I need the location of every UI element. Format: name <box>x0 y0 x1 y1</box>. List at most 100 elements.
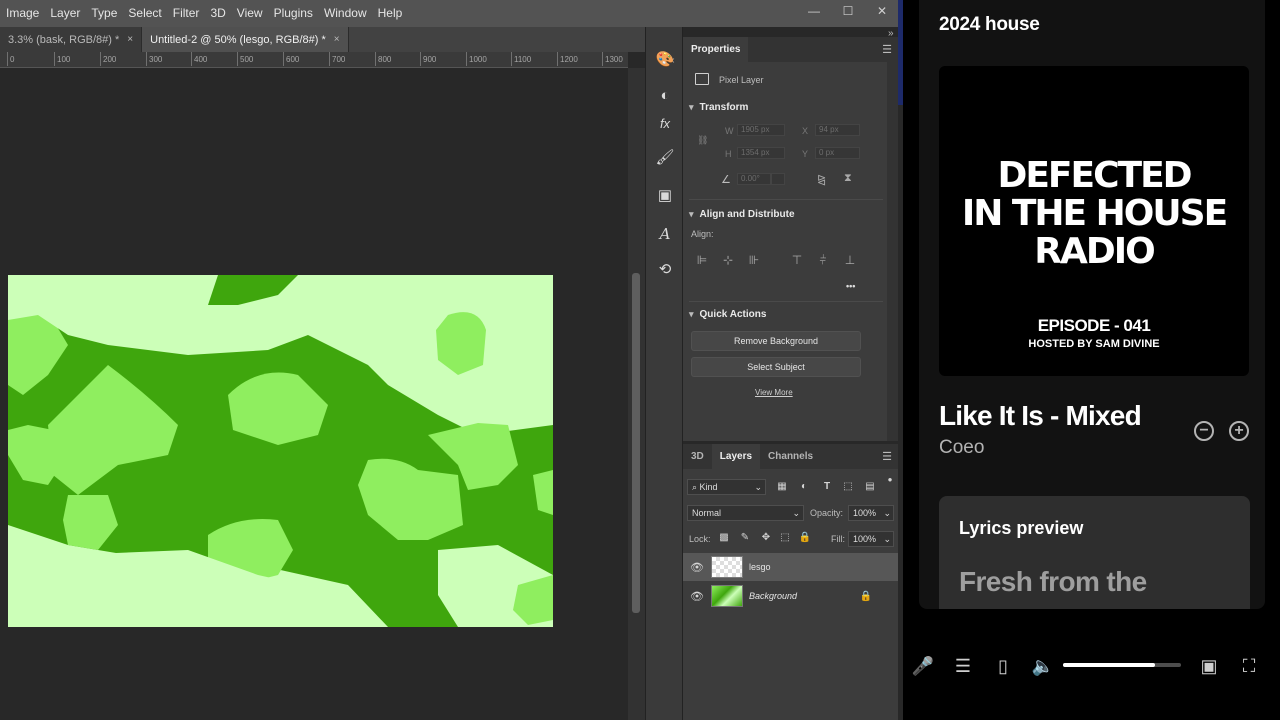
filter-toggle-icon[interactable]: ● <box>883 475 897 484</box>
album-cover[interactable]: DEFECTED IN THE HOUSE RADIO EPISODE - 04… <box>939 66 1249 376</box>
menu-image[interactable]: Image <box>0 0 44 27</box>
track-artist[interactable]: Coeo <box>939 437 984 459</box>
divider <box>689 301 883 302</box>
visibility-eye-icon[interactable]: 👁 <box>683 590 711 603</box>
track-title[interactable]: Like It Is - Mixed <box>939 400 1142 432</box>
cover-episode: EPISODE - 041 <box>1037 316 1151 335</box>
adjustments-icon[interactable]: ◐ <box>654 85 676 107</box>
fullscreen-icon[interactable]: ⛶ <box>1237 654 1261 678</box>
menu-help[interactable]: Help <box>372 0 408 27</box>
opacity-field[interactable]: 100% ⌄ <box>848 505 894 521</box>
properties-scrollbar[interactable] <box>887 62 898 441</box>
tab-bask[interactable]: 3.3% (bask, RGB/8#) * × <box>0 27 143 52</box>
document-canvas[interactable] <box>0 68 628 720</box>
menu-3d[interactable]: 3D <box>204 0 230 27</box>
lock-transparent-icon[interactable]: ▩ <box>717 532 731 543</box>
filter-type-icon[interactable]: T <box>820 481 834 492</box>
volume-icon[interactable]: 🔈 <box>1031 654 1055 678</box>
tab-properties[interactable]: Properties <box>683 37 749 62</box>
transform-section-header[interactable]: ▾ Transform <box>689 102 748 113</box>
canvas-artwork[interactable] <box>8 275 553 627</box>
visibility-eye-icon[interactable]: 👁 <box>683 561 711 574</box>
tab-close-icon[interactable]: × <box>334 34 340 45</box>
canvas-vertical-scrollbar[interactable] <box>628 68 645 720</box>
quick-actions-header[interactable]: ▾ Quick Actions <box>689 309 766 320</box>
remove-icon[interactable]: − <box>1194 421 1214 441</box>
libraries-icon[interactable]: ▣ <box>654 185 676 207</box>
playlist-title[interactable]: 2024 house <box>939 14 1040 36</box>
remove-background-button[interactable]: Remove Background <box>691 331 861 351</box>
miniplayer-icon[interactable]: ▣ <box>1197 654 1221 678</box>
align-right-icon[interactable]: ⊪ <box>747 253 761 267</box>
filter-smart-object-icon[interactable]: ▤ <box>863 481 877 492</box>
align-distribute-header[interactable]: ▾ Align and Distribute <box>689 209 795 220</box>
filter-shape-icon[interactable]: ⬚ <box>841 481 855 492</box>
menu-window[interactable]: Window <box>318 0 372 27</box>
filter-adjustment-icon[interactable]: ◐ <box>797 481 811 492</box>
flip-horizontal-icon[interactable]: ⧎ <box>817 173 826 186</box>
color-palette-icon[interactable]: 🎨 <box>654 49 676 71</box>
tab-3d[interactable]: 3D <box>683 444 712 469</box>
history-icon[interactable]: ⟲ <box>654 259 676 281</box>
queue-icon[interactable]: ☰ <box>951 654 975 678</box>
properties-tabbar: Properties ☰ <box>683 37 898 62</box>
kind-label: Kind <box>699 482 718 492</box>
blend-mode-dropdown[interactable]: Normal ⌄ <box>687 505 804 521</box>
tab-untitled-2[interactable]: Untitled-2 @ 50% (lesgo, RGB/8#) * × <box>142 27 349 52</box>
microphone-icon[interactable]: 🎤 <box>911 654 935 678</box>
tab-close-icon[interactable]: × <box>127 34 133 45</box>
tab-layers[interactable]: Layers <box>711 444 761 469</box>
layers-panel: 3D Layers Channels ☰ ⌕ Kind ⌄ ▦ ◐ T ⬚ ▤ ●… <box>683 444 898 720</box>
align-top-icon[interactable]: ⊤ <box>790 253 804 267</box>
flip-vertical-icon[interactable]: ⧗ <box>844 172 852 185</box>
width-field: 1905 px <box>737 124 785 136</box>
menu-view[interactable]: View <box>231 0 268 27</box>
lock-pixels-icon[interactable]: ✎ <box>738 532 752 543</box>
lock-position-icon[interactable]: ✥ <box>759 532 773 543</box>
layer-row-lesgo[interactable]: 👁 lesgo <box>683 553 898 581</box>
more-options-icon[interactable]: ••• <box>846 281 855 291</box>
filter-kind-dropdown[interactable]: ⌕ Kind ⌄ <box>687 479 766 495</box>
filter-pixel-icon[interactable]: ▦ <box>775 481 789 492</box>
close-window-button[interactable]: ✕ <box>871 4 893 18</box>
add-icon[interactable]: + <box>1229 421 1249 441</box>
angle-dropdown <box>771 173 785 185</box>
layer-row-background[interactable]: 👁 Background 🔒 <box>683 582 898 610</box>
lyrics-preview-card[interactable]: Lyrics preview Fresh from the <box>939 496 1250 609</box>
select-subject-button[interactable]: Select Subject <box>691 357 861 377</box>
menu-filter[interactable]: Filter <box>167 0 205 27</box>
character-icon[interactable]: A <box>654 223 676 245</box>
menu-plugins[interactable]: Plugins <box>268 0 318 27</box>
menu-type[interactable]: Type <box>85 0 122 27</box>
volume-slider[interactable] <box>1063 663 1181 667</box>
maximize-button[interactable]: ☐ <box>837 4 859 18</box>
panel-menu-icon[interactable]: ☰ <box>882 43 892 56</box>
brush-settings-icon[interactable]: 🖌 <box>654 147 676 169</box>
connect-device-icon[interactable]: ▯ <box>991 654 1015 678</box>
align-left-icon[interactable]: ⊫ <box>695 253 709 267</box>
lock-all-icon[interactable]: 🔒 <box>798 532 812 543</box>
minimize-button[interactable]: — <box>803 4 825 18</box>
screen: Image Layer Type Select Filter 3D View P… <box>0 0 1280 720</box>
menu-select[interactable]: Select <box>122 0 166 27</box>
lock-artboard-icon[interactable]: ⬚ <box>778 532 792 543</box>
panel-icon-strip: « 🎨 ◐ fx 🖌 ▣ A ⟲ <box>645 27 683 720</box>
align-horizontal-center-icon[interactable]: ⊹ <box>721 253 735 267</box>
panel-menu-icon[interactable]: ☰ <box>882 450 892 463</box>
layer-name[interactable]: lesgo <box>749 562 771 572</box>
fx-styles-icon[interactable]: fx <box>654 113 676 135</box>
layer-name[interactable]: Background <box>749 591 797 601</box>
angle-icon: ∠ <box>721 174 731 186</box>
menu-layer[interactable]: Layer <box>44 0 85 27</box>
view-more-link[interactable]: View More <box>755 388 793 397</box>
align-vertical-center-icon[interactable]: ⫩ <box>816 253 830 267</box>
align-distribute-label: Align and Distribute <box>699 209 795 220</box>
ruler-tick: 700 <box>328 52 346 66</box>
tab-channels[interactable]: Channels <box>760 444 821 469</box>
tab-label: Untitled-2 @ 50% (lesgo, RGB/8#) * <box>150 33 326 46</box>
chevron-down-icon: ⌄ <box>883 508 891 518</box>
fill-field[interactable]: 100% ⌄ <box>848 531 894 547</box>
link-icon[interactable]: ⛓ <box>697 135 708 146</box>
scrollbar-thumb[interactable] <box>632 273 640 613</box>
align-bottom-icon[interactable]: ⊥ <box>843 253 857 267</box>
